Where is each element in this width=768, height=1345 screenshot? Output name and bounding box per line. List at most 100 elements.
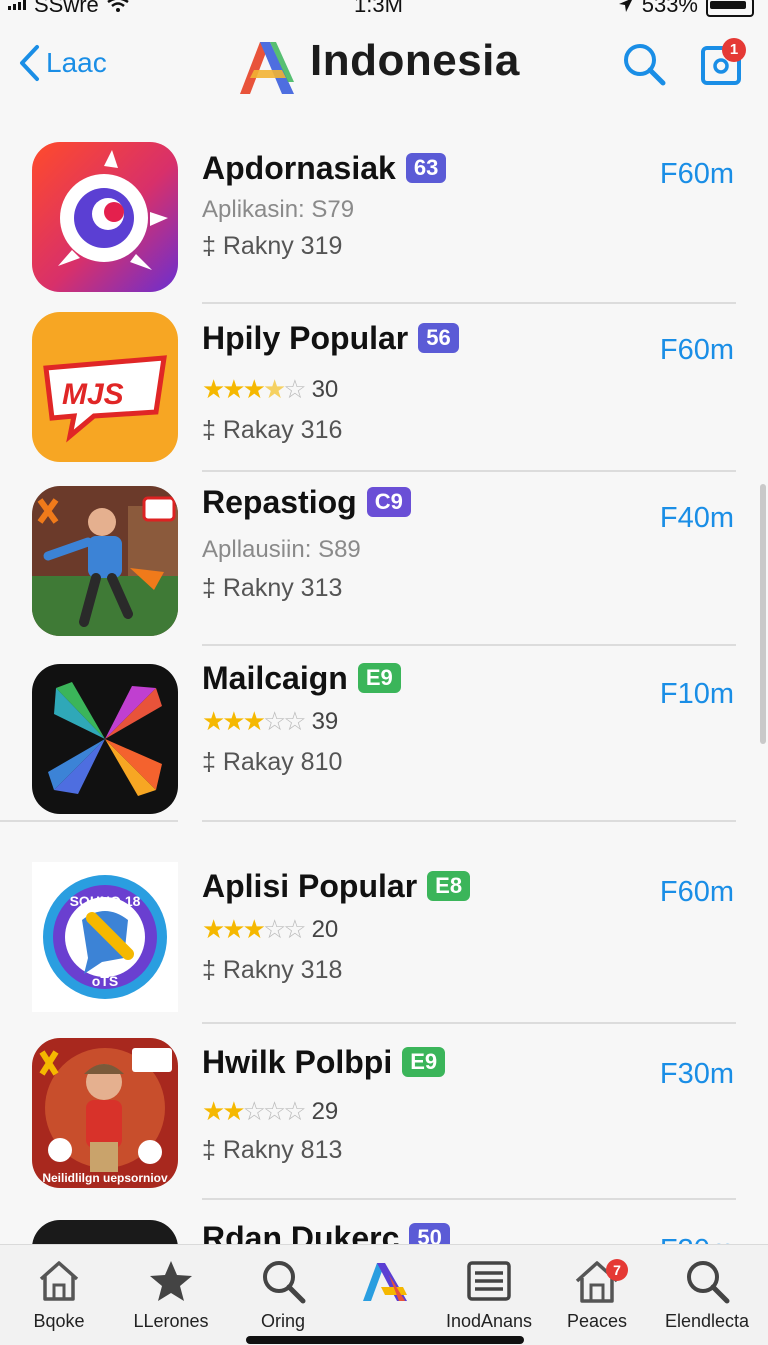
app-name[interactable]: Apdornasiak 63	[202, 150, 447, 187]
app-price-button[interactable]: F60m	[660, 876, 734, 909]
app-name[interactable]: Aplisi Popular E8	[202, 868, 471, 905]
chevron-left-icon	[20, 45, 39, 81]
app-rank: ‡ Rakny 813	[202, 1136, 342, 1165]
app-compass-icon	[32, 142, 178, 292]
tab-label: LLerones	[133, 1311, 209, 1331]
location-icon	[618, 0, 632, 12]
divider	[202, 1198, 736, 1200]
star-icon	[150, 1261, 192, 1301]
app-photo-icon	[32, 486, 178, 636]
app-icon[interactable]: SOHNQ 18 oTS	[32, 862, 178, 1012]
tab-brand[interactable]	[330, 1257, 440, 1311]
tab-label: InodAnans	[445, 1311, 533, 1331]
app-icon-text: SOHNQ 18	[70, 893, 141, 909]
rating-count: 39	[311, 707, 339, 735]
tab-search[interactable]: Oring	[228, 1257, 338, 1332]
rating-count: 29	[311, 1097, 339, 1125]
rating-count: 30	[311, 375, 339, 403]
app-icon[interactable]	[32, 486, 178, 636]
divider	[202, 820, 736, 822]
star-rating-icon: ★★★★☆	[202, 374, 307, 404]
app-name[interactable]: Mailcaign E9	[202, 660, 401, 697]
app-rank: ‡ Rakay 316	[202, 416, 342, 445]
app-globe-icon: SOHNQ 18 oTS	[43, 875, 167, 999]
status-left: SSwre	[8, 0, 129, 18]
app-icon[interactable]	[32, 1220, 178, 1244]
tab-label: Oring	[260, 1311, 305, 1331]
rank-text: Rakay 810	[222, 748, 343, 776]
app-pinwheel-icon	[32, 664, 178, 814]
page-title: Indonesia	[310, 36, 520, 85]
wifi-icon	[107, 0, 129, 12]
divider	[202, 470, 736, 472]
rank-text: Rakay 316	[222, 416, 343, 444]
app-price-button[interactable]: F40m	[660, 502, 734, 535]
tab-bar: Bqoke LLerones Oring InodAnans 7 Peaces …	[0, 1244, 768, 1345]
back-button[interactable]: Laac	[18, 44, 107, 82]
star-rating-icon: ★★★☆☆	[202, 914, 307, 944]
app-icon-text: MJS	[62, 378, 124, 411]
age-rating-badge: E9	[402, 1047, 446, 1077]
app-title: Apdornasiak	[202, 150, 396, 186]
tab-notification-badge: 7	[606, 1259, 628, 1281]
list-icon	[467, 1261, 511, 1301]
app-icon[interactable]: MJS	[32, 312, 178, 462]
app-icon[interactable]	[32, 142, 178, 292]
back-label: Laac	[46, 47, 107, 78]
app-icon[interactable]	[32, 664, 178, 814]
app-rank: ‡ Rakny 313	[202, 574, 342, 603]
brand-icon	[363, 1263, 407, 1301]
search-icon[interactable]	[622, 42, 666, 86]
rank-text: Rakny 313	[222, 574, 343, 602]
age-rating-badge: C9	[366, 487, 411, 517]
app-list[interactable]: Apdornasiak 63 Aplikasin: S79 ‡ Rakny 319…	[0, 128, 768, 1244]
app-name[interactable]: Hwilk Polbpi E9	[202, 1044, 446, 1081]
app-name[interactable]: Rdan Dukerc 50	[202, 1220, 450, 1244]
rating-count: 20	[311, 915, 339, 943]
app-price-button[interactable]: F60m	[660, 158, 734, 191]
divider	[0, 820, 178, 822]
app-icon-text: oTS	[92, 973, 118, 989]
app-title: Rdan Dukerc	[202, 1220, 400, 1244]
rating: ★★★★☆ 30	[202, 374, 338, 405]
app-title: Aplisi Popular	[202, 868, 418, 904]
age-rating-badge: 56	[418, 323, 459, 353]
home-indicator[interactable]	[246, 1336, 524, 1344]
app-price-button[interactable]: F30m	[660, 1058, 734, 1091]
rank-text: Rakny 813	[222, 1136, 343, 1164]
tab-favorites[interactable]: LLerones	[116, 1257, 226, 1332]
tab-explore[interactable]: Elendlecta	[652, 1257, 762, 1332]
app-subtitle: Aplikasin: S79	[202, 196, 355, 223]
tab-label: Elendlecta	[664, 1311, 750, 1331]
status-bar: SSwre 1:3M 533%	[0, 0, 768, 18]
rating: ★★☆☆☆ 29	[202, 1096, 338, 1127]
carrier-label: SSwre	[34, 0, 99, 17]
app-message-icon: MJS	[32, 312, 178, 462]
app-price-button[interactable]: F30m	[660, 1234, 734, 1244]
tab-label: Peaces	[566, 1311, 628, 1331]
tab-home[interactable]: Bqoke	[4, 1257, 114, 1332]
app-price-button[interactable]: F60m	[660, 334, 734, 367]
app-icon[interactable]: Neilidlilgn uepsorniov	[32, 1038, 178, 1188]
star-rating-icon: ★★☆☆☆	[202, 1096, 307, 1126]
app-subtitle: Apllausiin: S89	[202, 536, 361, 563]
app-character-icon: Neilidlilgn uepsorniov	[32, 1038, 178, 1188]
app-name[interactable]: Hpily Popular 56	[202, 320, 459, 357]
star-rating-icon: ★★★☆☆	[202, 706, 307, 736]
rank-icon: ‡	[202, 748, 223, 776]
app-name[interactable]: Repastiog C9	[202, 484, 411, 521]
tab-list[interactable]: InodAnans	[434, 1257, 544, 1332]
rank-icon: ‡	[202, 232, 223, 260]
header: Laac Indonesia 1	[0, 18, 768, 118]
scrollbar[interactable]	[760, 484, 766, 744]
rank-text: Rakny 318	[222, 956, 343, 984]
divider	[202, 1022, 736, 1024]
app-price-button[interactable]: F10m	[660, 678, 734, 711]
app-title: Hpily Popular	[202, 320, 409, 356]
tab-places[interactable]: 7 Peaces	[542, 1257, 652, 1332]
battery-percent: 533%	[641, 0, 698, 17]
search-icon	[263, 1261, 306, 1304]
rank-icon: ‡	[202, 1136, 223, 1164]
age-rating-badge: E8	[427, 871, 471, 901]
status-right: 533%	[618, 0, 754, 18]
